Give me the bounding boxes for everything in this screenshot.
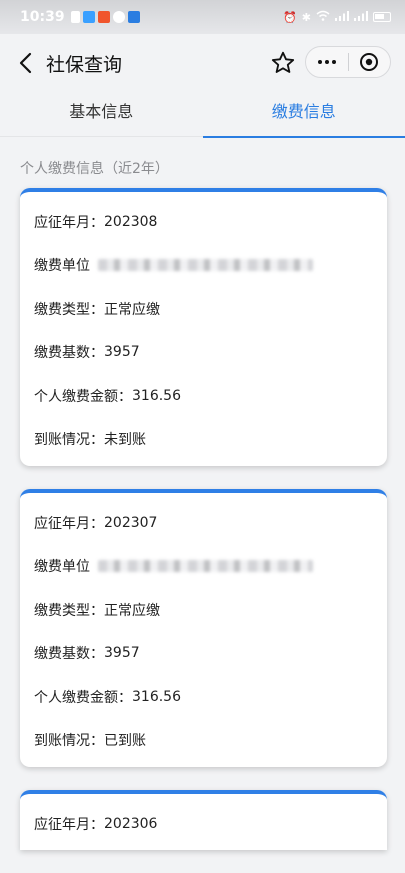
app-notification-icon — [98, 11, 110, 23]
close-circle-icon — [359, 52, 379, 72]
redacted-unit-name — [98, 259, 313, 271]
record-unit-row: 缴费单位 — [20, 244, 387, 288]
bluetooth-icon: ✱ — [302, 11, 311, 24]
record-period: 202308 — [104, 214, 157, 230]
record-unit-row: 缴费单位 — [20, 545, 387, 589]
favorite-button[interactable] — [270, 50, 296, 76]
field-label: 缴费基数： — [34, 342, 104, 362]
record-period: 202306 — [104, 816, 157, 832]
record-type-row: 缴费类型：正常应缴 — [20, 588, 387, 632]
payment-record-card: 应征年月：202308 缴费单位 缴费类型：正常应缴 缴费基数：3957 个人缴… — [20, 188, 387, 466]
section-label: 个人缴费信息（近2年） — [20, 158, 169, 178]
app-notification-icon — [71, 11, 80, 23]
battery-icon — [373, 12, 391, 22]
more-icon — [332, 60, 336, 64]
record-status-row: 到账情况：未到账 — [20, 418, 387, 462]
status-bar: 10:39 ⏰ ✱ — [0, 0, 405, 34]
signal-icon — [354, 11, 368, 24]
field-label: 缴费类型： — [34, 600, 104, 620]
record-amount-row: 个人缴费金额：316.56 — [20, 675, 387, 719]
more-icon — [318, 60, 322, 64]
record-base: 3957 — [104, 645, 140, 661]
record-status: 未到账 — [104, 429, 146, 449]
field-label: 到账情况： — [34, 429, 104, 449]
record-base-row: 缴费基数：3957 — [20, 331, 387, 375]
record-amount: 316.56 — [132, 689, 181, 705]
field-label: 个人缴费金额： — [34, 687, 132, 707]
nav-bar: 社保查询 — [0, 34, 405, 92]
record-period-row: 应征年月：202308 — [20, 200, 387, 244]
miniprogram-capsule — [305, 46, 391, 78]
record-type: 正常应缴 — [104, 299, 160, 319]
record-period: 202307 — [104, 515, 157, 531]
payment-record-card: 应征年月：202306 — [20, 790, 387, 850]
field-label: 缴费类型： — [34, 299, 104, 319]
close-button[interactable] — [348, 47, 390, 77]
page-title: 社保查询 — [46, 50, 122, 77]
alarm-icon: ⏰ — [283, 11, 297, 24]
payment-record-list: 应征年月：202308 缴费单位 缴费类型：正常应缴 缴费基数：3957 个人缴… — [20, 188, 387, 873]
wifi-icon — [316, 10, 330, 24]
status-icons: ⏰ ✱ — [283, 10, 391, 24]
field-label: 应征年月： — [34, 212, 104, 232]
record-base-row: 缴费基数：3957 — [20, 632, 387, 676]
signal-icon — [335, 11, 349, 24]
field-label: 个人缴费金额： — [34, 386, 132, 406]
payment-record-card: 应征年月：202307 缴费单位 缴费类型：正常应缴 缴费基数：3957 个人缴… — [20, 489, 387, 767]
record-amount: 316.56 — [132, 388, 181, 404]
app-notification-icon — [113, 11, 125, 23]
status-time: 10:39 — [20, 9, 65, 25]
back-arrow-icon — [18, 52, 32, 74]
field-label: 应征年月： — [34, 513, 104, 533]
record-status-row: 到账情况：已到账 — [20, 719, 387, 763]
more-button[interactable] — [306, 47, 348, 77]
field-label: 缴费单位 — [34, 556, 90, 576]
record-amount-row: 个人缴费金额：316.56 — [20, 374, 387, 418]
redacted-unit-name — [98, 560, 313, 572]
star-icon — [270, 50, 296, 76]
record-base: 3957 — [104, 344, 140, 360]
record-status: 已到账 — [104, 730, 146, 750]
tab-payment-info[interactable]: 缴费信息 — [203, 92, 405, 136]
field-label: 缴费基数： — [34, 643, 104, 663]
more-icon — [325, 60, 329, 64]
app-notification-icon — [128, 11, 140, 23]
record-type: 正常应缴 — [104, 600, 160, 620]
back-button[interactable] — [6, 43, 44, 83]
record-period-row: 应征年月：202307 — [20, 501, 387, 545]
tab-basic-info[interactable]: 基本信息 — [0, 92, 203, 136]
record-period-row: 应征年月：202306 — [20, 802, 387, 846]
app-notification-icon — [83, 11, 95, 23]
field-label: 缴费单位 — [34, 255, 90, 275]
record-type-row: 缴费类型：正常应缴 — [20, 287, 387, 331]
field-label: 到账情况： — [34, 730, 104, 750]
tab-bar: 基本信息 缴费信息 — [0, 92, 405, 137]
field-label: 应征年月： — [34, 814, 104, 834]
